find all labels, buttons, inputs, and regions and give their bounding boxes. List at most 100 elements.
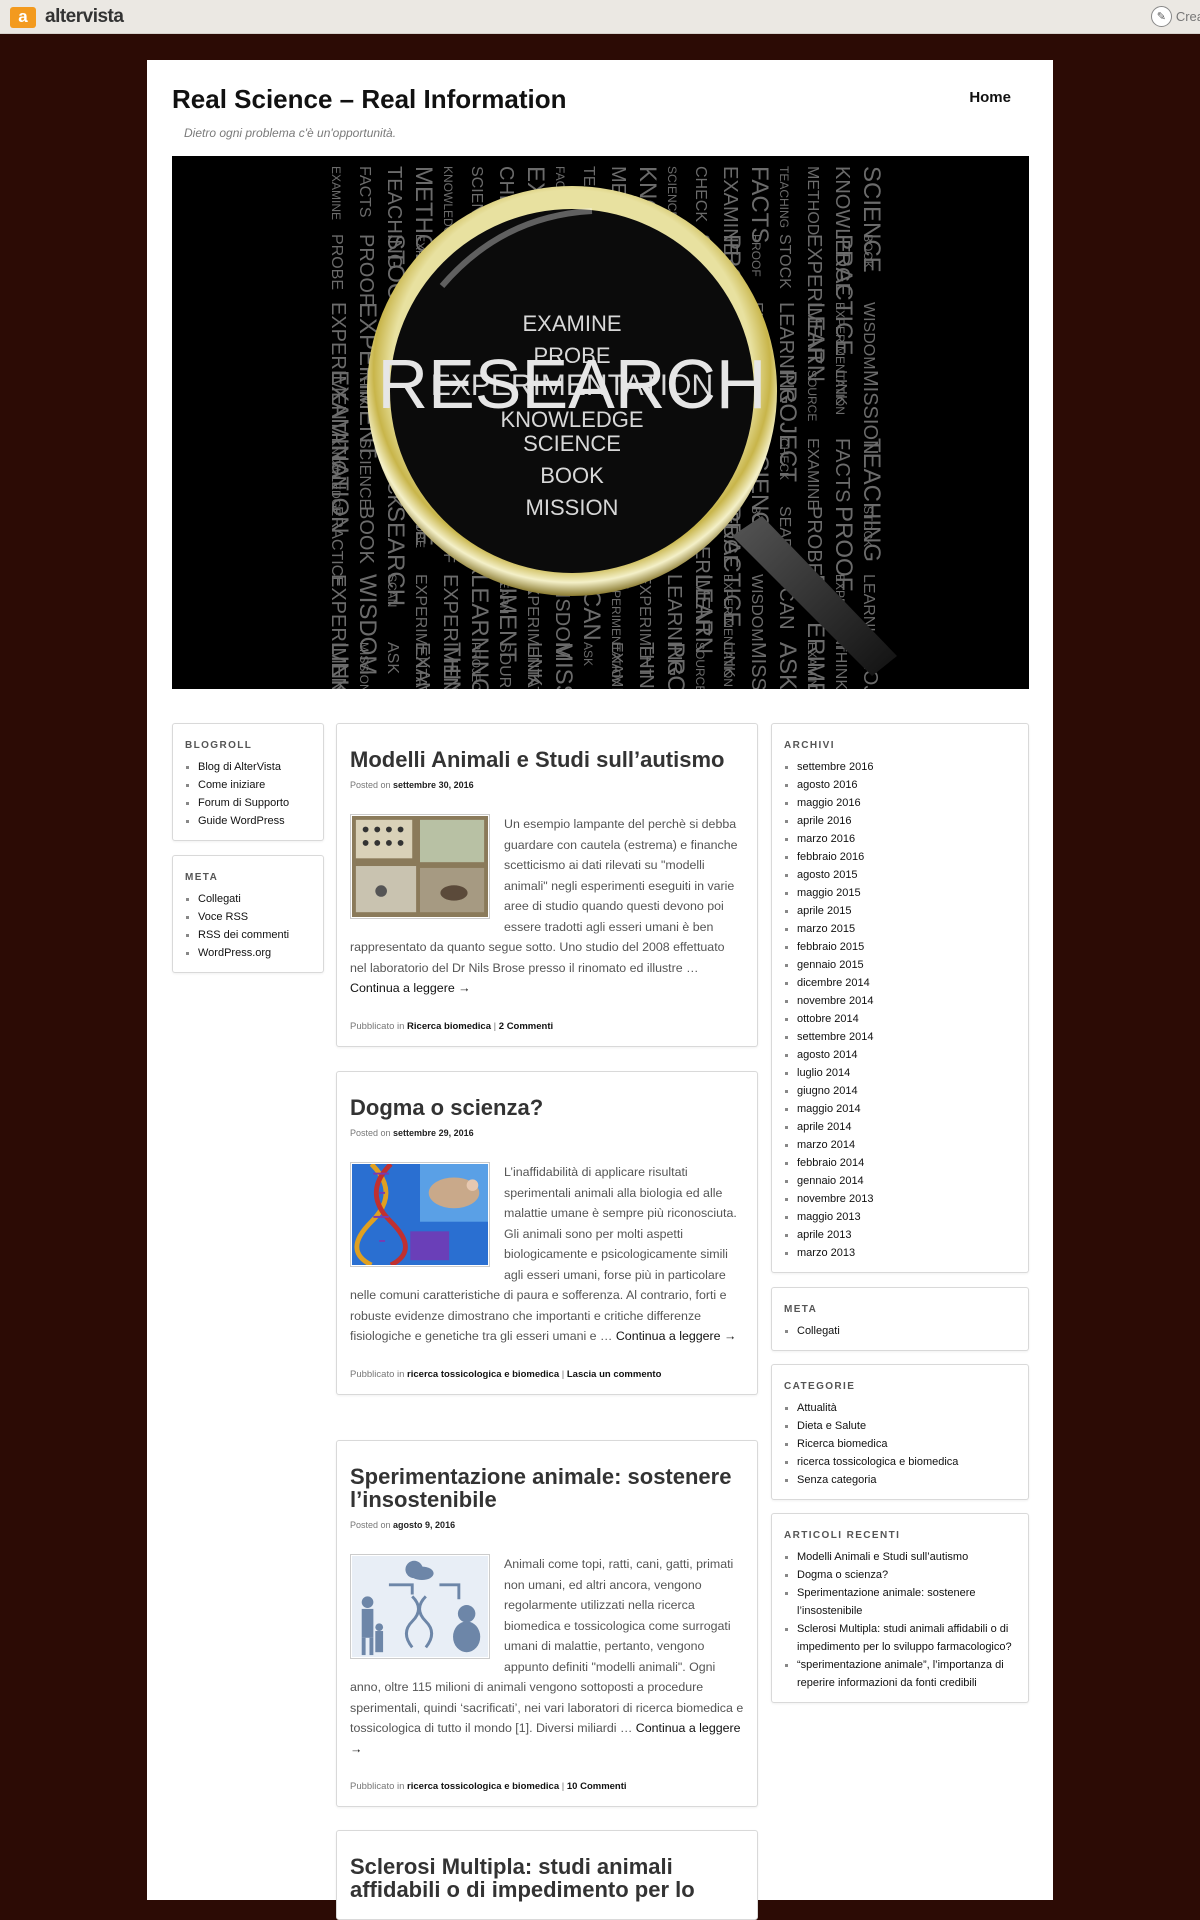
archive-link[interactable]: novembre 2013 bbox=[797, 1190, 1016, 1208]
archive-link[interactable]: febbraio 2015 bbox=[797, 938, 1016, 956]
archive-link[interactable]: gennaio 2014 bbox=[797, 1172, 1016, 1190]
post-article: Modelli Animali e Studi sull’autismo Pos… bbox=[336, 723, 758, 1047]
posted-on-label: Posted on bbox=[350, 1128, 391, 1138]
banner-cloud-word: PROBE bbox=[328, 234, 345, 290]
post-category-link[interactable]: Ricerca biomedica bbox=[407, 1021, 491, 1032]
banner-cloud-word: WISDOM bbox=[860, 302, 877, 370]
archive-link[interactable]: settembre 2016 bbox=[797, 758, 1016, 776]
banner-cloud-word: MISSION bbox=[747, 642, 769, 689]
archive-link[interactable]: agosto 2016 bbox=[797, 776, 1016, 794]
header-banner-image[interactable]: EXAMINE PROBE EXPERIMENTATION EXAMINATION KN… bbox=[172, 156, 1029, 689]
post-comments-link[interactable]: Lascia un commento bbox=[567, 1369, 662, 1380]
banner-cloud-word: EXAMINE bbox=[804, 438, 821, 510]
read-more-link[interactable]: Continua a leggere → bbox=[616, 1329, 737, 1343]
posted-on-label: Posted on bbox=[350, 1520, 391, 1530]
category-link[interactable]: ricerca tossicologica e biomedica bbox=[797, 1453, 1016, 1471]
blogroll-link[interactable]: Come iniziare bbox=[198, 776, 311, 794]
archive-link[interactable]: novembre 2014 bbox=[797, 992, 1016, 1010]
widget-title: BLOGROLL bbox=[185, 740, 253, 751]
banner-lens-word: BOOK bbox=[540, 463, 604, 488]
banner-cloud-word: STOCK bbox=[861, 506, 875, 547]
recent-post-link[interactable]: Modelli Animali e Studi sull’autismo bbox=[797, 1548, 1016, 1566]
archive-link[interactable]: aprile 2016 bbox=[797, 812, 1016, 830]
banner-cloud-word: SOURCE bbox=[805, 370, 819, 421]
archive-link[interactable]: maggio 2013 bbox=[797, 1208, 1016, 1226]
post-title[interactable]: Modelli Animali e Studi sull’autismo bbox=[350, 748, 744, 771]
create-button[interactable]: ✎ Crea bbox=[1150, 6, 1200, 27]
post-article: Sperimentazione animale: sostenere l’ins… bbox=[336, 1440, 758, 1807]
post-thumbnail[interactable] bbox=[350, 814, 490, 919]
site-title[interactable]: Real Science – Real Information bbox=[172, 84, 566, 115]
banner-cloud-word: PROOF bbox=[749, 234, 763, 277]
banner-cloud-word: PROOF bbox=[355, 234, 377, 305]
archive-link[interactable]: febbraio 2016 bbox=[797, 848, 1016, 866]
banner-research-word: RESEARCH bbox=[378, 345, 767, 423]
posted-on-label: Posted on bbox=[350, 780, 391, 790]
altervista-brand[interactable]: altervista bbox=[45, 6, 124, 28]
archive-link[interactable]: aprile 2014 bbox=[797, 1118, 1016, 1136]
archive-link[interactable]: maggio 2015 bbox=[797, 884, 1016, 902]
post-title[interactable]: Sperimentazione animale: sostenere l’ins… bbox=[350, 1465, 744, 1511]
post-comments-link[interactable]: 2 Commenti bbox=[499, 1021, 553, 1032]
page-container: Real Science – Real Information Dietro o… bbox=[147, 60, 1053, 1920]
category-link[interactable]: Dieta e Salute bbox=[797, 1417, 1016, 1435]
archive-link[interactable]: marzo 2014 bbox=[797, 1136, 1016, 1154]
post-date-link[interactable]: settembre 30, 2016 bbox=[393, 780, 474, 790]
post-title[interactable]: Sclerosi Multipla: studi animali affidab… bbox=[350, 1855, 744, 1901]
post-category-link[interactable]: ricerca tossicologica e biomedica bbox=[407, 1781, 559, 1792]
banner-cloud-word: STOCK bbox=[776, 234, 793, 289]
archive-link[interactable]: aprile 2013 bbox=[797, 1226, 1016, 1244]
archive-link[interactable]: agosto 2014 bbox=[797, 1046, 1016, 1064]
meta-link[interactable]: WordPress.org bbox=[198, 944, 311, 962]
post-thumbnail[interactable] bbox=[350, 1162, 490, 1267]
meta-link[interactable]: Collegati bbox=[198, 890, 311, 908]
archive-link[interactable]: giugno 2014 bbox=[797, 1082, 1016, 1100]
widget-title: ARTICOLI RECENTI bbox=[784, 1530, 901, 1541]
blogroll-link[interactable]: Blog di AlterVista bbox=[198, 758, 311, 776]
archive-link[interactable]: ottobre 2014 bbox=[797, 1010, 1016, 1028]
post-comments-link[interactable]: 10 Commenti bbox=[567, 1781, 627, 1792]
post-excerpt: Un esempio lampante del perchè si debba … bbox=[350, 814, 744, 999]
category-link[interactable]: Attualità bbox=[797, 1399, 1016, 1417]
recent-post-link[interactable]: Dogma o scienza? bbox=[797, 1566, 1016, 1584]
archive-link[interactable]: aprile 2015 bbox=[797, 902, 1016, 920]
post-title[interactable]: Dogma o scienza? bbox=[350, 1096, 744, 1119]
archive-link[interactable]: febbraio 2014 bbox=[797, 1154, 1016, 1172]
archive-link[interactable]: maggio 2016 bbox=[797, 794, 1016, 812]
archive-link[interactable]: agosto 2015 bbox=[797, 866, 1016, 884]
meta-link[interactable]: Collegati bbox=[797, 1322, 1016, 1340]
archive-link[interactable]: settembre 2014 bbox=[797, 1028, 1016, 1046]
banner-lens-word: SCIENCE bbox=[523, 431, 621, 456]
altervista-logo-icon[interactable]: a bbox=[10, 7, 36, 28]
post-article: Sclerosi Multipla: studi animali affidab… bbox=[336, 1830, 758, 1920]
archive-link[interactable]: marzo 2015 bbox=[797, 920, 1016, 938]
blogroll-link[interactable]: Guide WordPress bbox=[198, 812, 311, 830]
blogroll-link[interactable]: Forum di Supporto bbox=[198, 794, 311, 812]
widget-categorie: CATEGORIE AttualitàDieta e SaluteRicerca… bbox=[771, 1364, 1029, 1500]
nav-home-link[interactable]: Home bbox=[969, 89, 1011, 106]
blogroll-list: Blog di AlterVistaCome iniziareForum di … bbox=[185, 758, 311, 830]
archive-link[interactable]: marzo 2013 bbox=[797, 1244, 1016, 1262]
recent-post-link[interactable]: “sperimentazione animale”, l’importanza … bbox=[797, 1656, 1016, 1692]
post-category-link[interactable]: ricerca tossicologica e biomedica bbox=[407, 1369, 559, 1380]
banner-cloud-word: EXAMINE bbox=[329, 166, 343, 220]
category-link[interactable]: Ricerca biomedica bbox=[797, 1435, 1016, 1453]
post-date-link[interactable]: settembre 29, 2016 bbox=[393, 1128, 474, 1138]
widget-title: ARCHIVI bbox=[784, 740, 835, 751]
meta-link[interactable]: Voce RSS bbox=[198, 908, 311, 926]
widget-title: META bbox=[784, 1304, 818, 1315]
post-thumbnail[interactable] bbox=[350, 1554, 490, 1659]
archive-link[interactable]: maggio 2014 bbox=[797, 1100, 1016, 1118]
recent-post-link[interactable]: Sclerosi Multipla: studi animali affidab… bbox=[797, 1620, 1016, 1656]
archive-link[interactable]: dicembre 2014 bbox=[797, 974, 1016, 992]
banner-cloud-word: PROJECT bbox=[662, 642, 689, 689]
read-more-link[interactable]: Continua a leggere → bbox=[350, 981, 471, 995]
recent-post-link[interactable]: Sperimentazione animale: sostenere l’ins… bbox=[797, 1584, 1016, 1620]
archive-link[interactable]: gennaio 2015 bbox=[797, 956, 1016, 974]
meta-link[interactable]: RSS dei commenti bbox=[198, 926, 311, 944]
archive-link[interactable]: marzo 2016 bbox=[797, 830, 1016, 848]
post-date-link[interactable]: agosto 9, 2016 bbox=[393, 1520, 455, 1530]
banner-cloud-word: PROJECT bbox=[469, 642, 483, 689]
category-link[interactable]: Senza categoria bbox=[797, 1471, 1016, 1489]
archive-link[interactable]: luglio 2014 bbox=[797, 1064, 1016, 1082]
